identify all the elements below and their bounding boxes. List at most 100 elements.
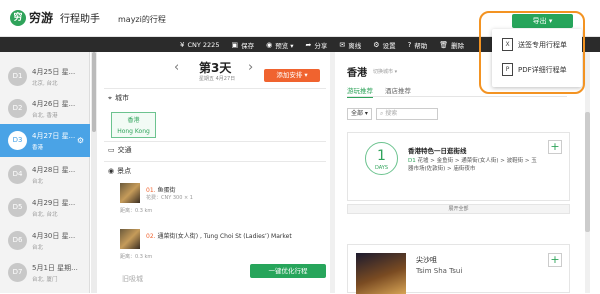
- eye-icon: ◉: [108, 167, 115, 175]
- add-route-button[interactable]: +: [548, 140, 562, 154]
- day-cities: 香港: [32, 144, 44, 151]
- trash-icon: 🗑: [439, 40, 449, 49]
- route-title: 香港特色一日逛街线: [408, 147, 467, 155]
- right-scrollbar[interactable]: [585, 52, 590, 293]
- share-button[interactable]: ➦ 分享: [306, 40, 328, 50]
- spot-image: [356, 253, 406, 294]
- day-date: 4月26日 星...: [32, 99, 76, 108]
- help-button[interactable]: ? 帮助: [408, 40, 428, 50]
- search-icon: ⌕: [380, 110, 384, 117]
- transport-section-header: ▭ 交通: [108, 145, 132, 155]
- day-item-6[interactable]: D6 4月30日 星... 台北: [0, 224, 90, 257]
- days-badge: 1 DAYS: [365, 142, 398, 175]
- day-detail-panel: ‹ 第3天 星期五 4月27日 › 添加安排 ▾ ⌖ 城市 香港 Hong Kon…: [98, 52, 334, 293]
- sight-distance: 距离：0.3 km: [120, 254, 153, 260]
- route-stops: D1 花墟 > 金鱼街 > 通菜街(女人街) > 波鞋街 > 玉器市场(佐敦街)…: [408, 157, 538, 173]
- day-item-5[interactable]: D5 4月29日 星... 台北, 台北: [0, 191, 90, 224]
- logo-icon: 穷: [10, 9, 26, 26]
- city-tag-cn: 香港: [127, 117, 140, 124]
- offline-button[interactable]: ✉ 离线: [339, 40, 361, 50]
- help-icon: ?: [407, 40, 412, 49]
- eye-icon: ◉: [266, 40, 273, 49]
- add-spot-button[interactable]: +: [548, 253, 562, 267]
- next-day-arrow-icon[interactable]: ›: [248, 60, 253, 75]
- day-item-7[interactable]: D7 5月1日 星期... 台北, 厦门: [0, 256, 90, 289]
- currency-icon: ¥: [180, 40, 185, 49]
- city-tag-en: Hong Kong: [117, 128, 150, 135]
- logo[interactable]: 穷 穷游 行程助手: [10, 9, 100, 26]
- trip-title[interactable]: mayzi的行程: [118, 14, 166, 25]
- city-section-header: ⌖ 城市: [108, 93, 129, 103]
- budget-button[interactable]: ¥ CNY 2225: [180, 41, 219, 49]
- sights-section-header: ◉ 景点: [108, 166, 131, 176]
- brand-name: 穷游: [29, 11, 54, 25]
- filter-select[interactable]: 全部 ▾: [347, 108, 372, 120]
- sight-name: 通菜街(女人街) , Tung Choi St (Ladies’) Market: [157, 233, 292, 240]
- location-icon: ⌖: [108, 93, 112, 102]
- sight-name: 鱼蛋街: [157, 187, 176, 194]
- preview-button[interactable]: ◉ 预览 ▾: [266, 40, 293, 50]
- scrollbar-thumb[interactable]: [585, 112, 590, 232]
- offline-icon: ✉: [339, 40, 346, 49]
- day-cities: 台北, 厦门: [32, 276, 58, 283]
- day-number: D6: [8, 231, 27, 250]
- day-date: 5月1日 星期...: [32, 263, 78, 272]
- settings-button[interactable]: ⚙ 设置: [373, 40, 395, 50]
- sight-distance: 距离：0.3 km: [120, 208, 153, 214]
- city-tag-hong-kong[interactable]: 香港 Hong Kong: [111, 112, 156, 138]
- current-city: 香港: [347, 68, 367, 79]
- spot-card[interactable]: 尖沙咀 Tsim Sha Tsui +: [347, 244, 570, 294]
- preview-label: 预览 ▾: [275, 41, 294, 50]
- center-scrollbar[interactable]: [330, 52, 335, 293]
- day-item-2[interactable]: D2 4月26日 星... 台北, 香港: [0, 92, 90, 125]
- day-cities: 台北, 台北: [32, 211, 58, 218]
- city-section-label: 城市: [114, 94, 129, 102]
- divider: [104, 88, 326, 89]
- settings-label: 设置: [382, 41, 396, 50]
- day-item-4[interactable]: D4 4月28日 星... 台北: [0, 158, 90, 191]
- sight-index: 02.: [146, 233, 156, 240]
- add-schedule-button[interactable]: 添加安排 ▾: [264, 69, 320, 82]
- product-name: 行程助手: [60, 14, 101, 25]
- sight-thumbnail: [120, 229, 140, 249]
- sight-index: 01.: [146, 187, 156, 194]
- sidebar-scrollbar[interactable]: [91, 52, 97, 293]
- day-number: D3: [8, 131, 27, 150]
- scrollbar-thumb[interactable]: [92, 52, 96, 132]
- sight-title: 02. 通菜街(女人街) , Tung Choi St (Ladies’) Ma…: [146, 231, 292, 240]
- share-label: 分享: [314, 41, 328, 50]
- switch-city-link[interactable]: 切换城市 ▾: [373, 68, 397, 75]
- delete-button[interactable]: 🗑 删除: [439, 40, 464, 50]
- day-date: 4月30日 星...: [32, 231, 76, 240]
- day-number: D5: [8, 198, 27, 217]
- day-date: 4月29日 星...: [32, 198, 76, 207]
- optimize-itinerary-button[interactable]: 一键优化行程: [250, 264, 326, 278]
- save-label: 保存: [241, 41, 255, 50]
- day-settings-icon[interactable]: ⚙: [77, 136, 84, 145]
- budget-label: CNY 2225: [187, 40, 220, 49]
- day-cities: 台北: [32, 244, 44, 251]
- save-icon: ▣: [231, 40, 239, 49]
- search-input[interactable]: ⌕ 搜索: [376, 108, 438, 120]
- sights-section-label: 景点: [117, 167, 132, 175]
- prev-day-arrow-icon[interactable]: ‹: [174, 60, 179, 75]
- day-heading-date: 星期五 4月27日: [199, 76, 236, 82]
- day-navigator: ‹ 第3天 星期五 4月27日 › 添加安排 ▾: [98, 56, 334, 82]
- transport-section-label: 交通: [117, 146, 132, 154]
- day-item-3[interactable]: D3 4月27日 星... 香港 ⚙: [0, 124, 90, 157]
- route-text: 花墟 > 金鱼街 > 通菜街(女人街) > 波鞋街 > 玉器市场(佐敦街) > …: [408, 158, 537, 172]
- route-card[interactable]: 1 DAYS 香港特色一日逛街线 D1 花墟 > 金鱼街 > 通菜街(女人街) …: [347, 132, 570, 201]
- divider: [104, 161, 326, 162]
- save-button[interactable]: ▣ 保存: [231, 40, 254, 50]
- next-sight-partial: 旧吸城: [122, 275, 143, 283]
- spot-name-en: Tsim Sha Tsui: [416, 267, 463, 275]
- day-item-1[interactable]: D1 4月25日 星... 北京, 台北: [0, 60, 90, 93]
- days-label: DAYS: [374, 165, 389, 171]
- day-cities: 台北: [32, 178, 44, 185]
- route-day-label: D1: [408, 158, 416, 164]
- annotation-highlight-box: [479, 11, 585, 94]
- day-cities: 北京, 台北: [32, 80, 58, 87]
- expand-all-button[interactable]: 展开全部: [347, 204, 570, 214]
- day-date: 4月25日 星...: [32, 67, 76, 76]
- day-number: D7: [8, 263, 27, 282]
